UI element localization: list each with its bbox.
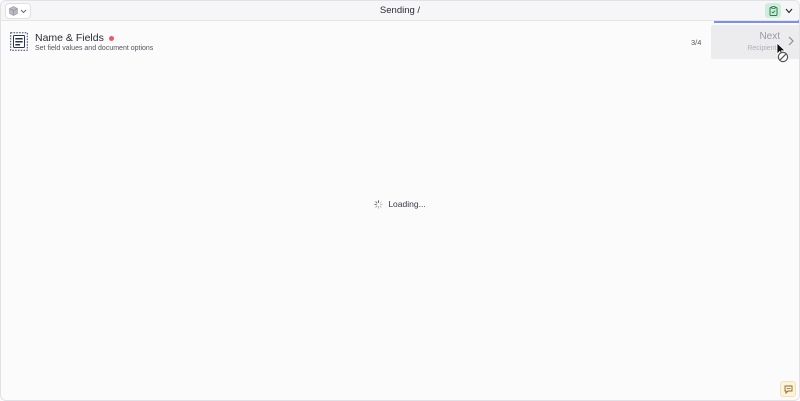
- step-counter: 3/4: [691, 38, 702, 47]
- page-title: Sending /: [379, 5, 421, 16]
- loading-indicator: Loading...: [1, 199, 799, 209]
- feedback-button[interactable]: [780, 381, 796, 397]
- clipboard-button[interactable]: [765, 3, 781, 18]
- spinner-icon: [374, 199, 384, 209]
- chevron-right-icon: [788, 36, 794, 46]
- next-button-label: Next: [759, 31, 780, 42]
- top-right-controls: [765, 3, 793, 18]
- step-subtitle: Set field values and document options: [35, 45, 154, 52]
- account-menu-chevron-icon[interactable]: [785, 8, 793, 14]
- not-allowed-icon: [777, 51, 789, 63]
- step-title: Name & Fields: [35, 32, 114, 44]
- clipboard-icon: [769, 5, 777, 16]
- loading-text: Loading...: [388, 199, 426, 209]
- chat-bubble-icon: [784, 385, 792, 394]
- app-window: Sending / Name & Fields Set field values: [0, 0, 800, 401]
- step-title-text: Name & Fields: [35, 32, 104, 44]
- document-fields-icon: [10, 32, 28, 51]
- required-indicator: [108, 35, 114, 41]
- top-bar: Sending /: [1, 1, 799, 21]
- step-progress-bar: [714, 21, 799, 23]
